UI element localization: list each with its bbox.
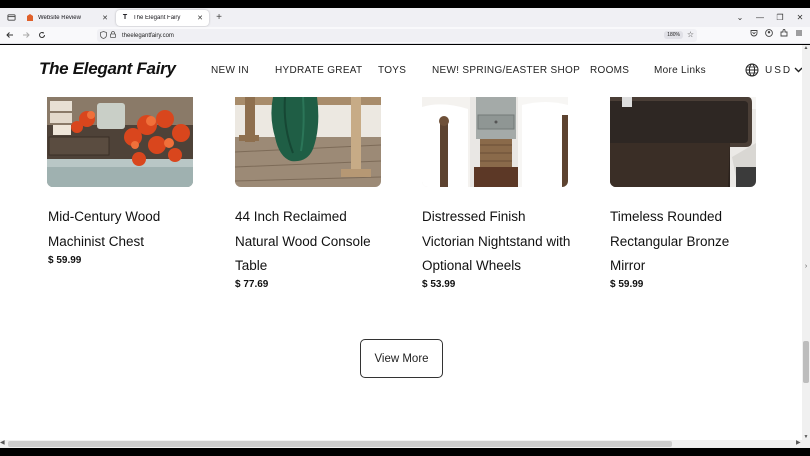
product-name-machinist-chest[interactable]: Mid-Century Wood Machinist Chest xyxy=(48,205,198,254)
product-price-console-table: $ 77.69 xyxy=(235,279,269,290)
pocket-icon[interactable] xyxy=(746,29,761,39)
review-favicon-icon xyxy=(26,13,34,22)
lock-icon[interactable] xyxy=(110,31,120,40)
horizontal-scroll-thumb[interactable] xyxy=(8,441,672,447)
minimize-button[interactable]: — xyxy=(750,13,770,22)
currency-label: USD xyxy=(765,64,793,76)
restore-button[interactable]: ❐ xyxy=(770,13,790,22)
menu-toys[interactable]: TOYS xyxy=(378,65,406,76)
back-button[interactable] xyxy=(2,28,18,42)
web-page: The Elegant Fairy NEW IN HYDRATE GREAT T… xyxy=(0,45,802,440)
scroll-right-arrow-icon[interactable]: ▶ xyxy=(796,439,801,446)
menu-hamburger-icon[interactable] xyxy=(791,29,806,39)
currency-selector[interactable]: USD xyxy=(745,63,802,77)
forward-arrow-icon xyxy=(23,32,30,38)
menu-spring-easter-shop[interactable]: NEW! SPRING/EASTER SHOP xyxy=(432,65,580,76)
forward-button[interactable] xyxy=(18,28,34,42)
product-price-machinist-chest: $ 59.99 xyxy=(48,255,82,266)
menu-more-links[interactable]: More Links xyxy=(654,65,706,76)
menu-new-in[interactable]: NEW IN xyxy=(211,65,249,76)
product-image-console-table[interactable] xyxy=(235,97,381,187)
scroll-up-arrow-icon[interactable]: ▲ xyxy=(802,45,810,51)
vertical-scrollbar[interactable]: ▲ › ▼ xyxy=(802,45,810,440)
site-logo[interactable]: The Elegant Fairy xyxy=(39,59,176,79)
url-text[interactable]: theelegantfairy.com xyxy=(122,33,174,39)
zoom-level-badge[interactable]: 180% xyxy=(664,31,683,39)
bookmark-star-icon[interactable]: ☆ xyxy=(687,30,694,39)
navigation-bar: theelegantfairy.com 180% ☆ xyxy=(0,27,810,44)
tab-strip: Website Review ✕ T The Elegant Fairy ✕ +… xyxy=(0,8,810,27)
product-image-bronze-mirror[interactable] xyxy=(610,97,756,187)
menu-rooms[interactable]: ROOMS xyxy=(590,65,629,76)
tab-title: The Elegant Fairy xyxy=(133,14,181,21)
product-price-bronze-mirror: $ 59.99 xyxy=(610,279,644,290)
horizontal-scrollbar[interactable]: ◀ ▶ xyxy=(0,440,810,448)
screen-bottom-bar xyxy=(0,448,810,456)
firefox-view-icon xyxy=(6,14,16,21)
tab-title: Website Review xyxy=(38,14,81,21)
tab-the-elegant-fairy[interactable]: T The Elegant Fairy ✕ xyxy=(116,9,209,26)
menu-hydrate-great[interactable]: HYDRATE GREAT xyxy=(275,65,362,76)
firefox-view-button[interactable] xyxy=(3,10,19,26)
product-image-machinist-chest[interactable] xyxy=(47,97,193,187)
close-tab-icon[interactable]: ✕ xyxy=(196,14,204,22)
account-icon[interactable] xyxy=(761,29,776,39)
new-tab-button[interactable]: + xyxy=(212,11,226,25)
window-controls: ⌄ — ❐ ✕ xyxy=(730,8,810,27)
chevron-down-icon xyxy=(794,67,802,73)
list-all-tabs-icon[interactable]: ⌄ xyxy=(730,13,750,22)
site-favicon-icon: T xyxy=(122,14,128,21)
reload-button[interactable] xyxy=(34,28,50,42)
scroll-right-chevron-icon: › xyxy=(804,263,808,270)
screen-top-bar xyxy=(0,0,810,8)
product-image-nightstand[interactable] xyxy=(422,97,568,187)
tab-website-review[interactable]: Website Review ✕ xyxy=(21,10,114,26)
product-name-bronze-mirror[interactable]: Timeless Rounded Rectangular Bronze Mirr… xyxy=(610,205,760,279)
back-arrow-icon xyxy=(6,32,13,38)
reload-icon xyxy=(39,31,45,38)
toolbar-right xyxy=(746,29,806,39)
tracking-protection-shield-icon[interactable] xyxy=(100,30,110,41)
close-tab-icon[interactable]: ✕ xyxy=(101,14,109,22)
scroll-left-arrow-icon[interactable]: ◀ xyxy=(0,439,5,446)
close-window-button[interactable]: ✕ xyxy=(790,13,810,22)
site-header: The Elegant Fairy NEW IN HYDRATE GREAT T… xyxy=(0,45,802,97)
product-name-nightstand[interactable]: Distressed Finish Victorian Nightstand w… xyxy=(422,205,572,279)
product-name-console-table[interactable]: 44 Inch Reclaimed Natural Wood Console T… xyxy=(235,205,385,279)
vertical-scroll-thumb[interactable] xyxy=(803,341,809,383)
view-more-button[interactable]: View More xyxy=(360,339,443,378)
address-bar[interactable]: theelegantfairy.com 180% ☆ xyxy=(97,29,697,42)
extensions-icon[interactable] xyxy=(776,29,791,39)
globe-icon xyxy=(745,63,759,77)
product-price-nightstand: $ 53.99 xyxy=(422,279,456,290)
